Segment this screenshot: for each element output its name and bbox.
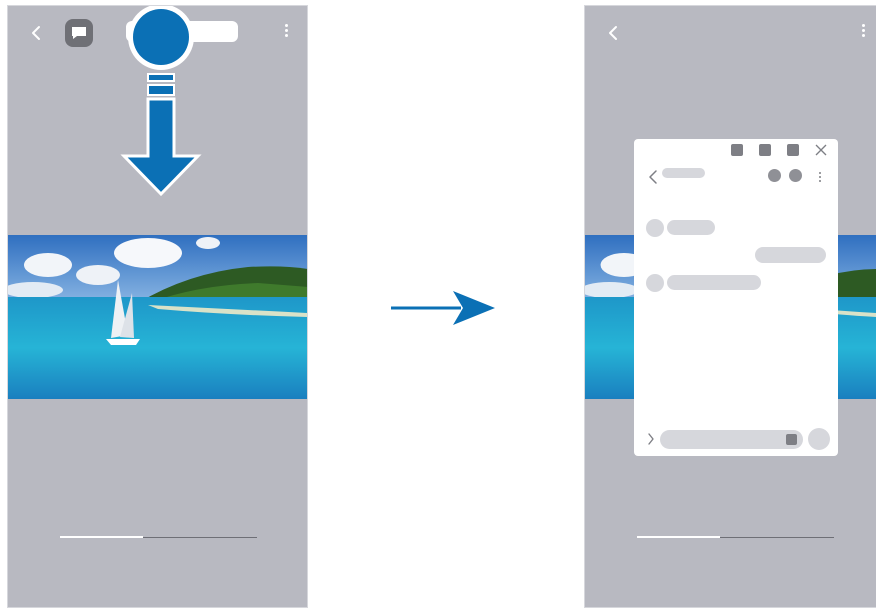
resize-icon[interactable] [759, 144, 771, 156]
chat-icon [72, 27, 86, 39]
popup-chat-window[interactable] [634, 139, 838, 456]
more-icon[interactable] [282, 22, 290, 44]
chat-title-placeholder [662, 168, 705, 178]
message-bubble-sent [755, 247, 826, 263]
minimize-icon[interactable] [731, 144, 743, 156]
fullscreen-icon[interactable] [787, 144, 799, 156]
emoji-icon[interactable] [786, 434, 797, 445]
video-progress-bar[interactable] [637, 536, 834, 538]
message-bubble-received [667, 220, 715, 235]
expand-icon[interactable] [647, 432, 655, 446]
video-progress-track [719, 536, 834, 538]
video-progress-bar[interactable] [60, 536, 257, 538]
message-input[interactable] [660, 430, 803, 449]
back-icon[interactable] [26, 23, 46, 43]
back-icon[interactable] [603, 23, 623, 43]
more-icon[interactable] [859, 22, 867, 44]
right-arrow-icon [391, 291, 495, 325]
video-thumbnail[interactable] [8, 235, 307, 399]
video-progress-fill [60, 536, 143, 538]
avatar [646, 219, 664, 237]
message-bubble-received [667, 275, 761, 290]
drag-handle[interactable] [133, 9, 189, 65]
sailboat-image [8, 235, 307, 399]
chat-app-chip[interactable] [65, 19, 93, 47]
back-icon[interactable] [648, 169, 658, 185]
video-progress-track [142, 536, 257, 538]
drag-down-arrow-icon [120, 73, 202, 197]
video-call-icon[interactable] [789, 169, 802, 182]
video-progress-fill [637, 536, 720, 538]
close-icon[interactable] [815, 144, 827, 156]
call-icon[interactable] [768, 169, 781, 182]
phone-screen-after [584, 5, 876, 608]
phone-screen-before [7, 5, 308, 608]
send-button[interactable] [808, 428, 830, 450]
more-icon[interactable] [817, 170, 823, 184]
avatar [646, 274, 664, 292]
